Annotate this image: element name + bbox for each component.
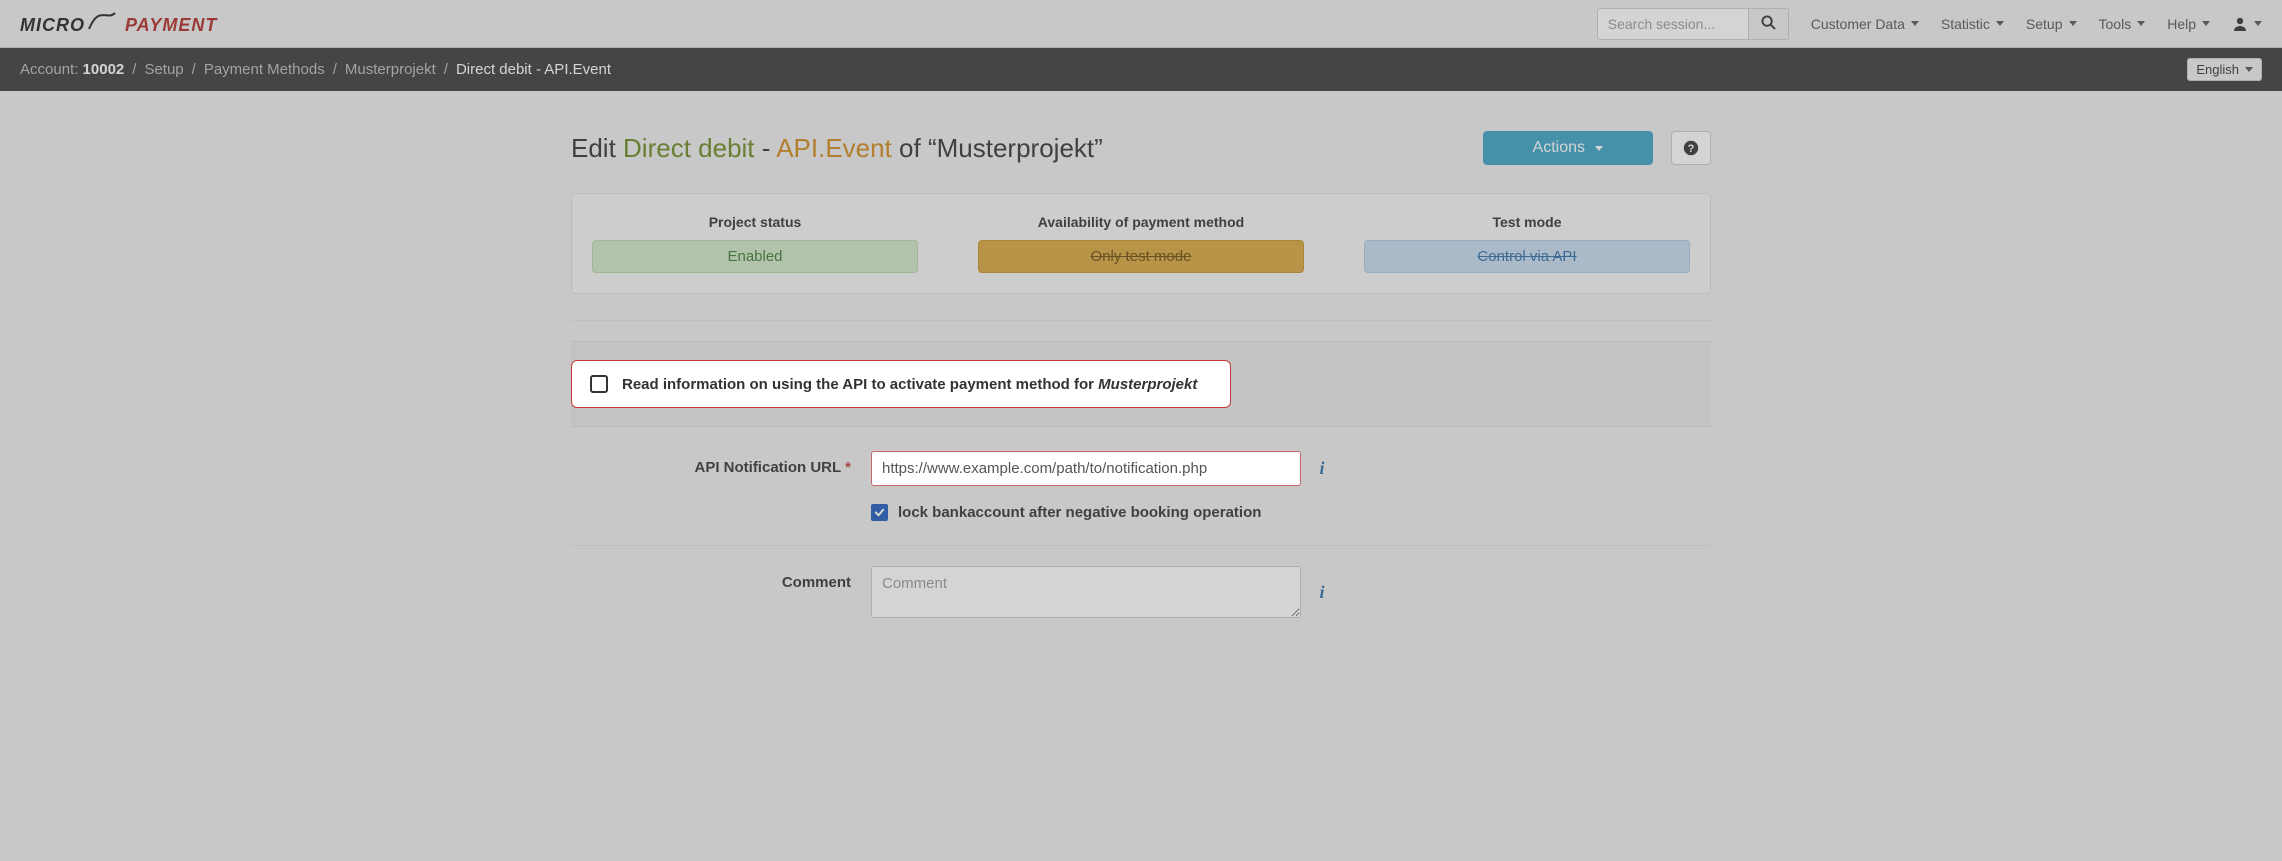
lock-checkbox-label: lock bankaccount after negative booking … [898, 504, 1261, 521]
session-search [1597, 8, 1789, 40]
callout-text: Read information on using the API to act… [622, 376, 1197, 393]
status-panel: Project status Enabled Availability of p… [571, 193, 1711, 294]
logo-text-payment: PAYMENT [125, 15, 217, 36]
language-label: English [2196, 62, 2239, 77]
api-info-callout[interactable]: Read information on using the API to act… [571, 360, 1231, 408]
search-icon [1761, 15, 1776, 30]
test-mode-label: Test mode [1364, 214, 1690, 230]
divider [571, 545, 1711, 546]
nav-help[interactable]: Help [2167, 16, 2210, 32]
api-url-input[interactable] [871, 451, 1301, 486]
breadcrumb-project[interactable]: Musterprojekt [345, 61, 436, 78]
availability-label: Availability of payment method [978, 214, 1304, 230]
breadcrumb-current: Direct debit - API.Event [456, 61, 611, 78]
caret-down-icon [1911, 21, 1919, 26]
main-content: Edit Direct debit - API.Event of “Muster… [551, 91, 1731, 696]
callout-checkbox[interactable] [590, 375, 608, 393]
page-title: Edit Direct debit - API.Event of “Muster… [571, 133, 1103, 164]
user-icon [2232, 16, 2248, 32]
comment-textarea[interactable] [871, 566, 1301, 618]
caret-down-icon [2254, 21, 2262, 26]
language-selector[interactable]: English [2187, 58, 2262, 81]
caret-down-icon [2069, 21, 2077, 26]
breadcrumb: Account: 10002 / Setup / Payment Methods… [0, 48, 2282, 91]
caret-down-icon [2137, 21, 2145, 26]
logo-swoosh-icon [87, 11, 117, 31]
breadcrumb-account-label: Account: [20, 61, 78, 78]
nav-setup[interactable]: Setup [2026, 16, 2077, 32]
nav-statistic[interactable]: Statistic [1941, 16, 2004, 32]
nav-tools[interactable]: Tools [2099, 16, 2146, 32]
nav-user-menu[interactable] [2232, 16, 2262, 32]
availability-value[interactable]: Only test mode [978, 240, 1304, 273]
breadcrumb-account-id[interactable]: 10002 [83, 61, 125, 78]
api-url-label: API Notification URL* [571, 451, 871, 476]
divider [571, 320, 1711, 321]
test-mode-value[interactable]: Control via API [1364, 240, 1690, 273]
top-navbar: MICRO PAYMENT Customer Data Statistic Se… [0, 0, 2282, 48]
comment-label: Comment [571, 566, 871, 591]
brand-logo: MICRO PAYMENT [20, 11, 217, 36]
nav-customer-data[interactable]: Customer Data [1811, 16, 1919, 32]
logo-text-micro: MICRO [20, 15, 85, 36]
info-icon[interactable]: i [1313, 582, 1331, 603]
search-button[interactable] [1748, 9, 1788, 39]
info-icon[interactable]: i [1313, 458, 1331, 479]
project-status-label: Project status [592, 214, 918, 230]
svg-text:?: ? [1688, 143, 1695, 155]
caret-down-icon [2202, 21, 2210, 26]
caret-down-icon [2245, 67, 2253, 72]
caret-down-icon [1595, 146, 1603, 151]
help-button[interactable]: ? [1671, 131, 1711, 165]
actions-button[interactable]: Actions [1483, 131, 1653, 165]
question-icon: ? [1683, 140, 1699, 156]
project-status-value[interactable]: Enabled [592, 240, 918, 273]
breadcrumb-payment-methods[interactable]: Payment Methods [204, 61, 325, 78]
check-icon [874, 507, 885, 518]
actions-label: Actions [1533, 139, 1585, 157]
lock-checkbox[interactable] [871, 504, 888, 521]
breadcrumb-setup[interactable]: Setup [144, 61, 183, 78]
search-input[interactable] [1598, 9, 1748, 39]
caret-down-icon [1996, 21, 2004, 26]
